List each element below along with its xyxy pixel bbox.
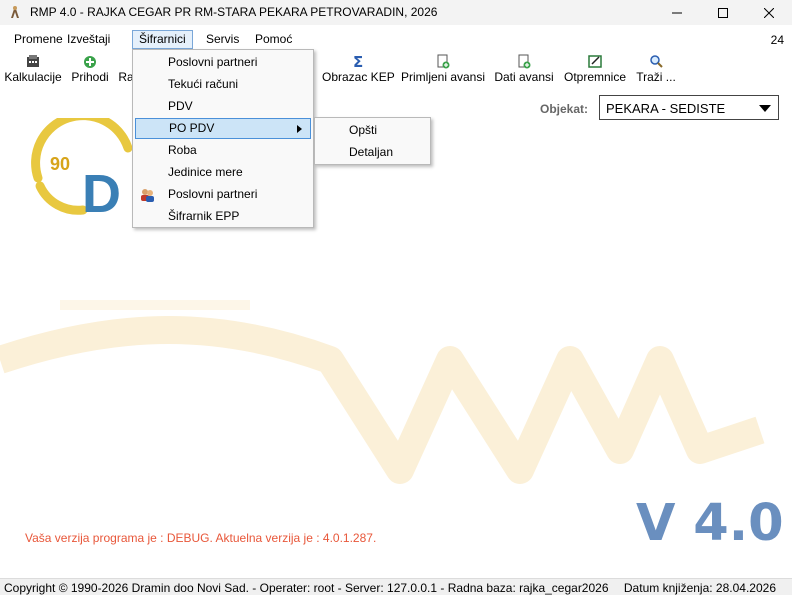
dd-sifrarnik-epp-label: Šifrarnik EPP [168,209,240,223]
status-bar: Copyright © 1990-2026 Dramin doo Novi Sa… [0,578,792,595]
calculator-icon [27,55,39,67]
sigma-icon: Σ [353,54,363,69]
menu-sifrarnici[interactable]: Šifrarnici [132,30,193,49]
kalkulacije-button[interactable]: Kalkulacije [4,52,62,88]
window-title: RMP 4.0 - RAJKA CEGAR PR RM-STARA PEKARA… [30,5,438,19]
logo-letter: D [82,164,121,218]
submenu-arrow-icon [297,125,302,133]
title-bar: RMP 4.0 - RAJKA CEGAR PR RM-STARA PEKARA… [0,0,792,25]
po-pdv-submenu: Opšti Detaljan [314,117,431,165]
minimize-icon [672,12,682,13]
dd-jedinice-mere[interactable]: Jedinice mere [135,162,311,183]
search-icon [650,55,663,68]
minimize-button[interactable] [654,0,700,25]
menu-pomoc[interactable]: Pomoć [249,30,298,49]
dd-tekuci-racuni-label: Tekući računi [168,77,239,91]
obrazac-kep-label: Obrazac KEP [322,70,395,84]
chevron-down-icon [759,105,771,112]
dd-pdv-label: PDV [168,99,193,113]
dd-roba[interactable]: Roba [135,140,311,161]
dd-po-pdv-label: PO PDV [169,121,215,135]
dd-poslovni-partneri[interactable]: Poslovni partneri [135,52,311,73]
dd-jedinice-mere-label: Jedinice mere [168,165,243,179]
users-icon [141,189,154,202]
dd-poslovni-partneri-2[interactable]: Poslovni partneri [135,184,311,205]
background-watermark [0,300,765,484]
prihodi-button[interactable]: Prihodi [68,52,112,88]
objekat-label: Objekat: [540,102,589,116]
svg-text:Σ: Σ [353,54,363,69]
toolbar: Kalkulacije Prihodi Ra Σ Obrazac KEP Pri… [0,52,792,88]
document-add-icon [518,54,531,69]
menu-bar: Promene Izveštaji Šifrarnici Servis Pomo… [0,29,792,50]
trazi-button[interactable]: Traži ... [636,52,676,88]
dd-poslovni-partneri-2-label: Poslovni partneri [168,187,258,201]
kalkulacije-label: Kalkulacije [4,70,62,84]
prihodi-label: Prihodi [71,70,109,84]
app-icon [11,6,19,18]
dd-po-pdv[interactable]: PO PDV [135,118,311,139]
objekat-value: PEKARA - SEDISTE [606,101,726,116]
submenu-opsti[interactable]: Opšti [317,120,427,141]
menu-izvestaji[interactable]: Izveštaji [61,30,116,49]
trazi-label: Traži ... [636,70,676,84]
otpremnice-button[interactable]: Otpremnice [562,52,628,88]
dd-tekuci-racuni[interactable]: Tekući računi [135,74,311,95]
dati-avansi-label: Dati avansi [494,70,554,84]
add-circle-icon [84,56,96,68]
edit-note-icon [588,55,602,68]
menu-promene[interactable]: Promene [8,30,69,49]
menu-servis[interactable]: Servis [200,30,245,49]
primljeni-avansi-button[interactable]: Primljeni avansi [400,52,486,88]
submenu-detaljan[interactable]: Detaljan [317,142,427,163]
dati-avansi-button[interactable]: Dati avansi [493,52,555,88]
version-badge: V 4.0 [636,494,784,553]
dd-pdv[interactable]: PDV [135,96,311,117]
maximize-button[interactable] [700,0,746,25]
close-button[interactable] [746,0,792,25]
status-date: Datum knjiženja: 28.04.2026 [623,581,776,595]
dd-sifrarnik-epp[interactable]: Šifrarnik EPP [135,206,311,227]
maximize-icon [718,7,728,18]
primljeni-avansi-label: Primljeni avansi [400,70,486,84]
dd-poslovni-partneri-label: Poslovni partneri [168,55,258,69]
logo-years: 90 [50,154,70,174]
submenu-detaljan-label: Detaljan [349,145,394,159]
sifrarnici-dropdown: Poslovni partneri Tekući računi PDV PO P… [132,49,314,228]
close-icon [764,7,774,18]
status-copyright: Copyright © 1990-2026 Dramin doo Novi Sa… [4,581,609,595]
otpremnice-label: Otpremnice [563,70,627,84]
submenu-opsti-label: Opšti [349,123,378,137]
obrazac-kep-button[interactable]: Σ Obrazac KEP [322,52,395,88]
dd-roba-label: Roba [168,143,197,157]
objekat-select[interactable]: PEKARA - SEDISTE [599,95,779,120]
company-logo: 90 D [31,118,133,218]
version-info: Vaša verzija programa je : DEBUG. Aktuel… [25,531,377,545]
menubar-number: 24 [770,33,784,47]
document-add-icon [437,54,450,69]
